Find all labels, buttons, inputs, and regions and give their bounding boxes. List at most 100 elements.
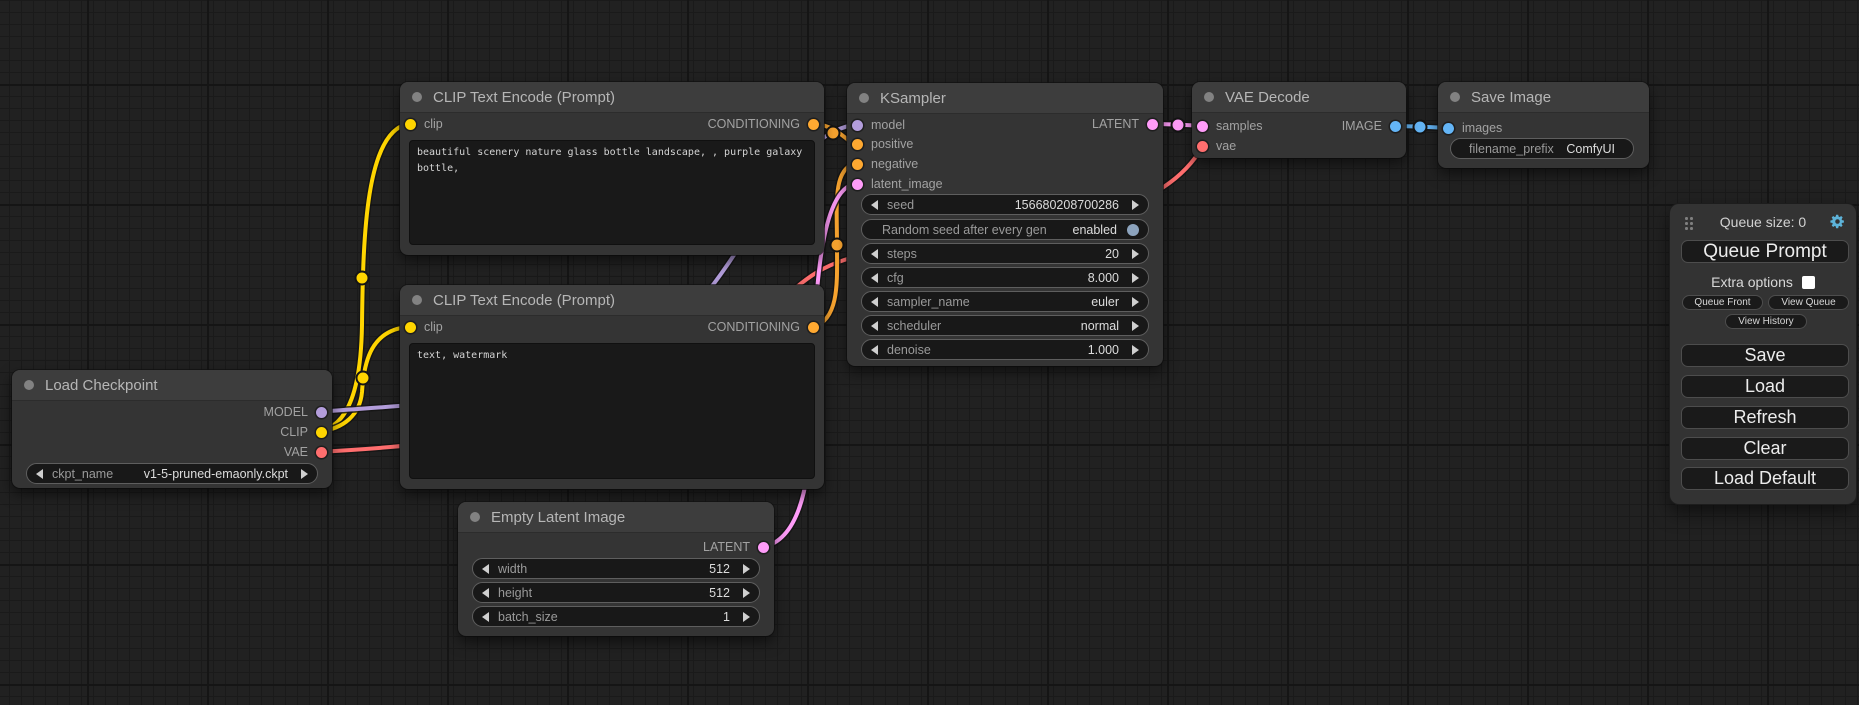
decrement-arrow-icon[interactable] (482, 588, 489, 598)
clear-button[interactable]: Clear (1681, 437, 1849, 460)
decrement-arrow-icon[interactable] (482, 612, 489, 622)
input-port-clip[interactable] (405, 322, 416, 333)
decrement-arrow-icon[interactable] (871, 321, 878, 331)
collapse-dot-icon[interactable] (412, 92, 422, 102)
collapse-dot-icon[interactable] (470, 512, 480, 522)
node-save-image[interactable]: Save Image images filename_prefix ComfyU… (1438, 82, 1649, 168)
input-slot-positive: positive (847, 134, 913, 154)
input-slot-label: positive (871, 137, 913, 151)
widget-random-seed[interactable]: Random seed after every gen enabled (861, 219, 1149, 240)
collapse-dot-icon[interactable] (1450, 92, 1460, 102)
output-port-latent[interactable] (1147, 119, 1158, 130)
output-port-conditioning[interactable] (808, 322, 819, 333)
output-port-clip[interactable] (316, 427, 327, 438)
node-title-bar[interactable]: Empty Latent Image (458, 502, 774, 533)
increment-arrow-icon[interactable] (1132, 200, 1139, 210)
increment-arrow-icon[interactable] (1132, 249, 1139, 259)
widget-value: 8.000 (1088, 271, 1119, 285)
input-port-latent-image[interactable] (852, 179, 863, 190)
widget-label: filename_prefix (1469, 142, 1554, 156)
load-default-button[interactable]: Load Default (1681, 467, 1849, 490)
node-empty-latent-image[interactable]: Empty Latent Image LATENT width 512 heig… (458, 502, 774, 636)
node-title-bar[interactable]: Load Checkpoint (12, 370, 332, 401)
queue-prompt-button[interactable]: Queue Prompt (1681, 240, 1849, 263)
output-port-latent[interactable] (758, 542, 769, 553)
increment-arrow-icon[interactable] (743, 564, 750, 574)
decrement-arrow-icon[interactable] (871, 249, 878, 259)
node-title-bar[interactable]: Save Image (1438, 82, 1649, 113)
input-port-images[interactable] (1443, 123, 1454, 134)
node-title-bar[interactable]: VAE Decode (1192, 82, 1406, 113)
decrement-arrow-icon[interactable] (871, 273, 878, 283)
widget-width[interactable]: width 512 (472, 558, 760, 579)
increment-arrow-icon[interactable] (743, 612, 750, 622)
decrement-arrow-icon[interactable] (871, 297, 878, 307)
widget-height[interactable]: height 512 (472, 582, 760, 603)
widget-seed[interactable]: seed 156680208700286 (861, 194, 1149, 215)
input-port-negative[interactable] (852, 159, 863, 170)
widget-value: 20 (1105, 247, 1119, 261)
increment-arrow-icon[interactable] (301, 469, 308, 479)
output-slot-label: CONDITIONING (708, 320, 800, 334)
input-port-model[interactable] (852, 120, 863, 131)
node-clip-text-encode-positive[interactable]: CLIP Text Encode (Prompt) clip CONDITION… (400, 82, 824, 255)
increment-arrow-icon[interactable] (743, 588, 750, 598)
widget-steps[interactable]: steps 20 (861, 243, 1149, 264)
node-ksampler[interactable]: KSampler model positive negative latent_… (847, 83, 1163, 366)
view-queue-button[interactable]: View Queue (1768, 295, 1849, 310)
increment-arrow-icon[interactable] (1132, 321, 1139, 331)
decrement-arrow-icon[interactable] (871, 200, 878, 210)
node-title-bar[interactable]: CLIP Text Encode (Prompt) (400, 82, 824, 113)
input-port-samples[interactable] (1197, 121, 1208, 132)
node-load-checkpoint[interactable]: Load Checkpoint MODEL CLIP VAE ckpt_name… (12, 370, 332, 488)
load-button[interactable]: Load (1681, 375, 1849, 398)
widget-filename-prefix[interactable]: filename_prefix ComfyUI (1450, 138, 1634, 159)
node-title: Save Image (1471, 89, 1551, 106)
settings-gear-icon[interactable] (1829, 213, 1846, 230)
decrement-arrow-icon[interactable] (482, 564, 489, 574)
collapse-dot-icon[interactable] (1204, 92, 1214, 102)
save-button[interactable]: Save (1681, 344, 1849, 367)
output-slot-label: LATENT (703, 540, 750, 554)
prompt-textarea[interactable]: beautiful scenery nature glass bottle la… (409, 140, 815, 245)
node-vae-decode[interactable]: VAE Decode samples vae IMAGE (1192, 82, 1406, 158)
widget-denoise[interactable]: denoise 1.000 (861, 339, 1149, 360)
prompt-textarea[interactable]: text, watermark (409, 343, 815, 479)
input-slot-label: samples (1216, 119, 1263, 133)
widget-batch-size[interactable]: batch_size 1 (472, 606, 760, 627)
queue-front-button[interactable]: Queue Front (1682, 295, 1763, 310)
extra-options-label: Extra options (1711, 274, 1793, 290)
output-slot-label: IMAGE (1342, 119, 1382, 133)
link-midpoint-dot (357, 372, 370, 385)
widget-scheduler[interactable]: scheduler normal (861, 315, 1149, 336)
node-clip-text-encode-negative[interactable]: CLIP Text Encode (Prompt) clip CONDITION… (400, 285, 824, 489)
extra-options-checkbox[interactable] (1802, 276, 1815, 289)
increment-arrow-icon[interactable] (1132, 273, 1139, 283)
input-port-clip[interactable] (405, 119, 416, 130)
decrement-arrow-icon[interactable] (36, 469, 43, 479)
increment-arrow-icon[interactable] (1132, 345, 1139, 355)
collapse-dot-icon[interactable] (24, 380, 34, 390)
node-title-bar[interactable]: CLIP Text Encode (Prompt) (400, 285, 824, 316)
output-port-vae[interactable] (316, 447, 327, 458)
input-port-positive[interactable] (852, 139, 863, 150)
collapse-dot-icon[interactable] (859, 93, 869, 103)
widget-cfg[interactable]: cfg 8.000 (861, 267, 1149, 288)
widget-sampler-name[interactable]: sampler_name euler (861, 291, 1149, 312)
output-port-image[interactable] (1390, 121, 1401, 132)
view-history-button[interactable]: View History (1725, 314, 1807, 329)
collapse-dot-icon[interactable] (412, 295, 422, 305)
toggle-enabled-dot[interactable] (1127, 224, 1139, 236)
node-title-bar[interactable]: KSampler (847, 83, 1163, 114)
decrement-arrow-icon[interactable] (871, 345, 878, 355)
widget-value: euler (1091, 295, 1119, 309)
increment-arrow-icon[interactable] (1132, 297, 1139, 307)
widget-ckpt-name[interactable]: ckpt_name v1-5-pruned-emaonly.ckpt (26, 463, 318, 484)
output-port-model[interactable] (316, 407, 327, 418)
node-title: KSampler (880, 90, 946, 107)
input-slot-vae: vae (1192, 136, 1236, 156)
refresh-button[interactable]: Refresh (1681, 406, 1849, 429)
output-port-conditioning[interactable] (808, 119, 819, 130)
link-midpoint-dot (1414, 121, 1427, 134)
input-port-vae[interactable] (1197, 141, 1208, 152)
